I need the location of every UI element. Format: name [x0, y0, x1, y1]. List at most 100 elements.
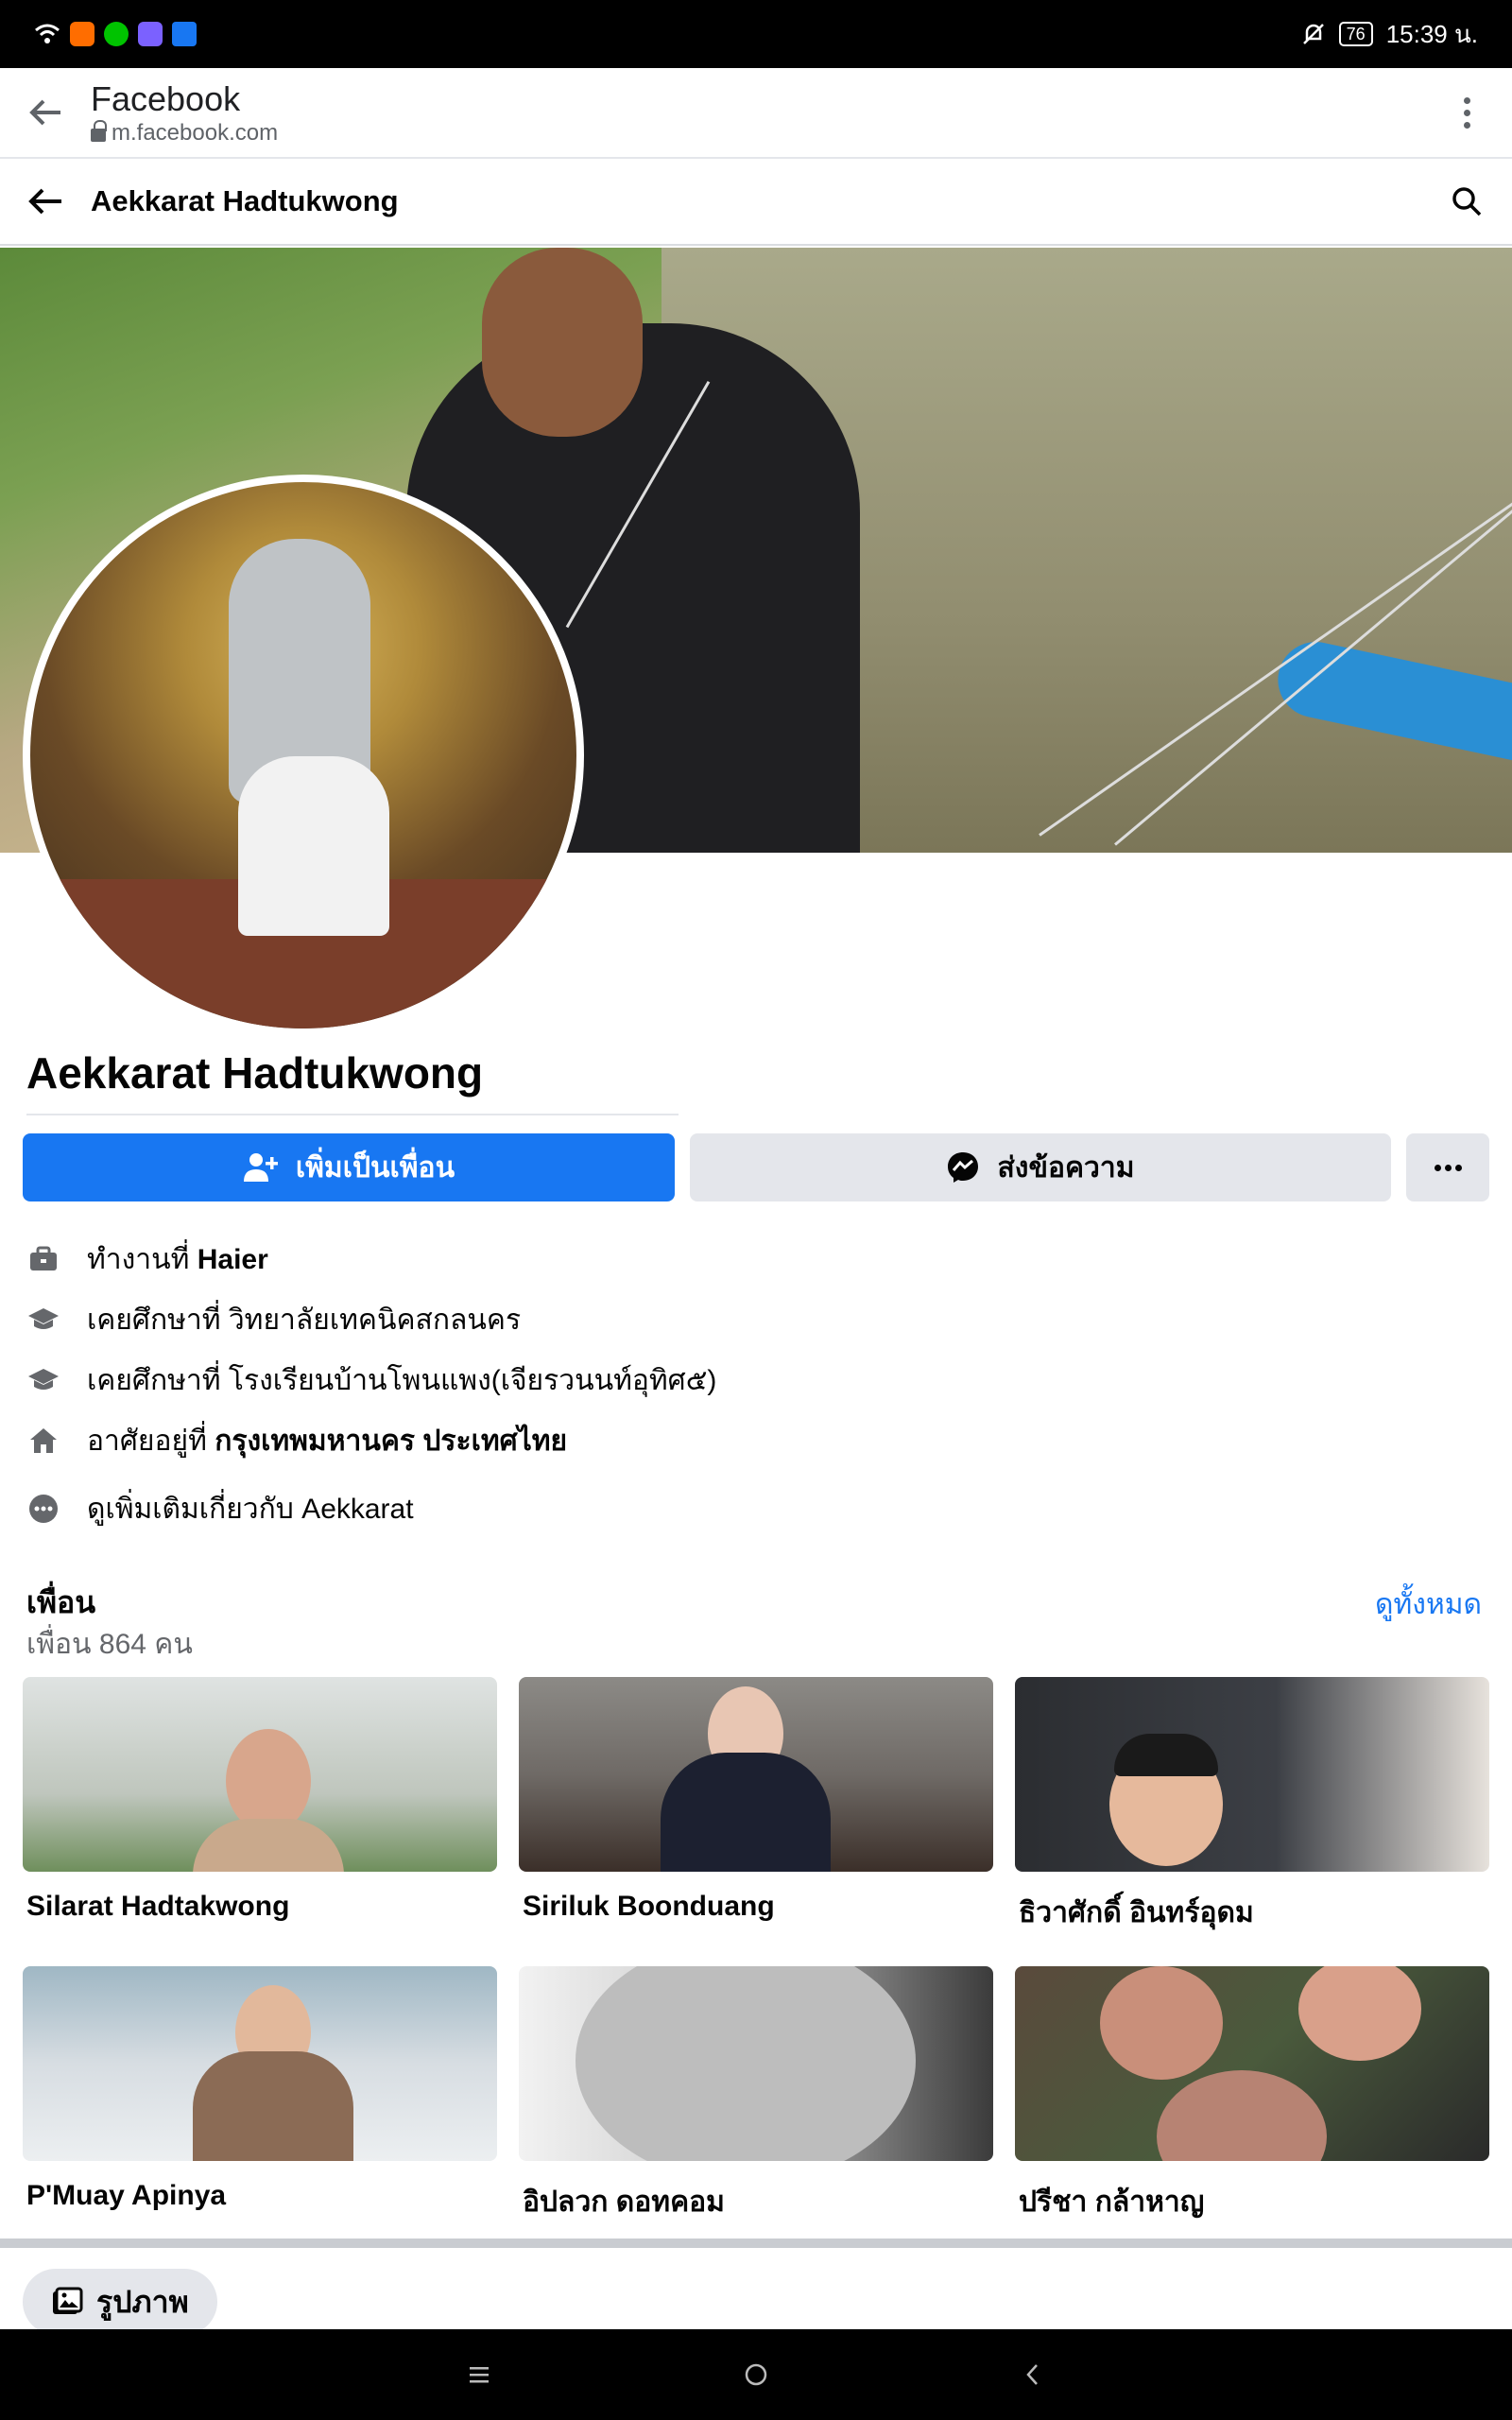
more-options-button[interactable] — [1406, 1133, 1489, 1201]
graduation-cap-icon — [26, 1363, 60, 1397]
lock-icon — [91, 120, 107, 142]
browser-menu-button[interactable] — [1421, 67, 1512, 158]
divider — [26, 1114, 679, 1115]
photo-icon — [53, 2287, 83, 2314]
intro-education-college-text: เคยศึกษาที่ วิทยาลัยเทคนิคสกลนคร — [87, 1304, 522, 1336]
more-vertical-dot — [1463, 109, 1470, 116]
photos-label: รูปภาพ — [96, 2284, 189, 2319]
browser-page-title: Facebook — [91, 79, 241, 118]
message-label: ส่งข้อความ — [997, 1151, 1135, 1184]
more-horizontal-icon — [1434, 1164, 1441, 1171]
back-button[interactable] — [0, 158, 91, 245]
friend-photo — [23, 1966, 497, 2161]
friend-name: P'Muay Apinya — [26, 2180, 227, 2211]
wifi-icon — [35, 24, 60, 43]
friend-photo-hair — [1114, 1734, 1218, 1776]
messenger-icon — [138, 22, 163, 46]
friend-card[interactable]: P'Muay Apinya — [23, 1966, 497, 2212]
browser-back-button[interactable] — [0, 67, 91, 158]
battery-level: 76 — [1338, 22, 1373, 46]
facebook-icon — [172, 22, 197, 46]
friend-name: Silarat Hadtakwong — [26, 1891, 290, 1922]
status-right: 76 15:39 น. — [1301, 15, 1478, 54]
url-text: m.facebook.com — [112, 120, 279, 146]
status-icons — [34, 22, 197, 46]
friend-photo-body — [193, 1819, 344, 1872]
see-all-friends-link[interactable]: ดูทั้งหมด — [1375, 1582, 1482, 1627]
friend-name: อิปลวก ดอทคอม — [523, 2187, 725, 2218]
add-friend-button[interactable]: เพิ่มเป็นเพื่อน — [23, 1133, 675, 1201]
clock: 15:39 น. — [1385, 19, 1478, 48]
message-button[interactable]: ส่งข้อความ — [690, 1133, 1391, 1201]
friend-photo — [23, 1677, 497, 1872]
profile-name: Aekkarat Hadtukwong — [26, 1048, 484, 1098]
friend-photo-body — [193, 2051, 353, 2161]
friend-card[interactable]: ปรีชา กล้าหาญ — [1015, 1966, 1489, 2224]
browser-url: m.facebook.com — [91, 120, 278, 147]
header-title: Aekkarat Hadtukwong — [91, 184, 399, 217]
friend-photo-body — [661, 1753, 831, 1872]
friend-photo — [1015, 1966, 1489, 2161]
profile-header: Aekkarat Hadtukwong — [0, 159, 1512, 246]
intro-section: ทำงานที่ Haier เคยศึกษาที่ วิทยาลัยเทคนิ… — [26, 1229, 1482, 1539]
friend-name: Siriluk Boonduang — [523, 1891, 775, 1922]
home-circle-icon — [745, 2363, 767, 2386]
friend-photo-face — [1298, 1966, 1421, 2061]
friend-card[interactable]: อิปลวก ดอทคอม — [519, 1966, 993, 2224]
intro-lives-in-text: อาศัยอยู่ที่ กรุงเทพมหานคร ประเทศไทย — [87, 1419, 567, 1463]
more-horizontal-dot — [1444, 1164, 1452, 1171]
briefcase-icon — [26, 1242, 60, 1276]
see-more-about-link[interactable]: ดูเพิ่มเติมเกี่ยวกับ Aekkarat — [26, 1478, 1482, 1539]
line-icon — [104, 22, 129, 46]
chevron-left-icon — [1026, 2364, 1039, 2385]
intro-work-prefix: ทำงานที่ — [87, 1243, 198, 1275]
intro-work-text: ทำงานที่ Haier — [87, 1237, 268, 1282]
intro-education-school: เคยศึกษาที่ โรงเรียนบ้านโพนแพง(เจียรวนนท… — [26, 1350, 1482, 1410]
arrow-left-icon — [28, 188, 61, 215]
add-friend-label: เพิ่มเป็นเพื่อน — [295, 1151, 455, 1184]
intro-work-company: Haier — [197, 1243, 268, 1275]
friend-name: ธิวาศักดิ์ อินทร์อุดม — [1019, 1897, 1254, 1928]
friends-count: เพื่อน 864 คน — [26, 1629, 193, 1660]
friend-card[interactable]: ธิวาศักดิ์ อินทร์อุดม — [1015, 1677, 1489, 1935]
more-icon — [26, 1492, 60, 1526]
friend-card[interactable]: Siriluk Boonduang — [519, 1677, 993, 1923]
intro-lives-in-city: กรุงเทพมหานคร ประเทศไทย — [215, 1425, 568, 1457]
browser-toolbar: Facebook m.facebook.com — [0, 68, 1512, 159]
friend-photo-face — [1100, 1966, 1223, 2080]
friend-name: ปรีชา กล้าหาญ — [1019, 2187, 1205, 2218]
home-button[interactable] — [728, 2346, 784, 2403]
friend-photo-face — [226, 1729, 311, 1833]
search-button[interactable] — [1421, 158, 1512, 245]
menu-icon — [469, 2367, 489, 2383]
arrow-left-icon — [29, 99, 60, 126]
cover-person-head — [482, 248, 643, 437]
more-vertical-dot — [1463, 121, 1470, 129]
system-back-button[interactable] — [1005, 2346, 1061, 2403]
mute-icon — [1302, 24, 1324, 44]
see-more-about-label: ดูเพิ่มเติมเกี่ยวกับ Aekkarat — [87, 1493, 414, 1525]
system-nav-bar — [0, 2329, 1512, 2420]
app-icon — [70, 22, 94, 46]
search-icon — [1452, 187, 1482, 216]
status-bar: 76 15:39 น. — [0, 0, 1512, 68]
home-icon — [26, 1424, 60, 1458]
friend-photo — [519, 1966, 993, 2161]
photos-tab[interactable]: รูปภาพ — [23, 2269, 217, 2335]
add-friend-icon — [243, 1153, 278, 1182]
recents-button[interactable] — [451, 2346, 507, 2403]
friend-photo-face — [576, 1966, 916, 2161]
avatar-person — [238, 756, 389, 936]
friend-photo-face — [1157, 2070, 1327, 2161]
browser-title-block[interactable]: Facebook m.facebook.com — [91, 78, 278, 147]
intro-lives-in-prefix: อาศัยอยู่ที่ — [87, 1425, 215, 1457]
profile-picture[interactable] — [23, 475, 584, 1036]
section-separator — [0, 2238, 1512, 2248]
more-horizontal-dot — [1454, 1164, 1462, 1171]
intro-education-college: เคยศึกษาที่ วิทยาลัยเทคนิคสกลนคร — [26, 1289, 1482, 1350]
intro-work: ทำงานที่ Haier — [26, 1229, 1482, 1289]
friend-card[interactable]: Silarat Hadtakwong — [23, 1677, 497, 1923]
friend-photo — [1015, 1677, 1489, 1872]
messenger-icon — [948, 1152, 979, 1183]
intro-lives-in: อาศัยอยู่ที่ กรุงเทพมหานคร ประเทศไทย — [26, 1410, 1482, 1471]
